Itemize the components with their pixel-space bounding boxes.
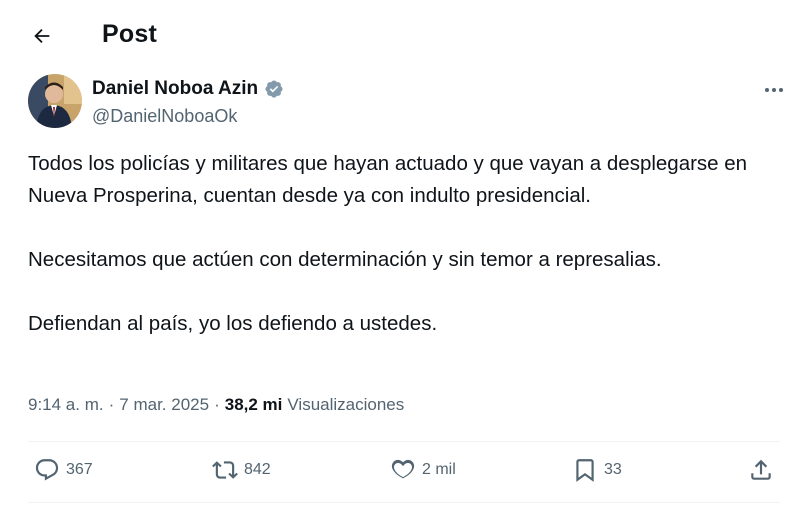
- more-dots-icon: [765, 88, 783, 92]
- post-meta: 9:14 a. m. · 7 mar. 2025 · 38,2 mi Visua…: [28, 395, 404, 415]
- like-count: 2 mil: [422, 461, 456, 478]
- author-name[interactable]: Daniel Noboa Azin: [92, 78, 258, 100]
- verified-badge-icon: [265, 80, 283, 98]
- author-name-row: Daniel Noboa Azin: [92, 78, 284, 100]
- post-time[interactable]: 9:14 a. m.: [28, 395, 104, 415]
- views-label: Visualizaciones: [287, 395, 405, 414]
- top-bar: Post: [0, 0, 800, 70]
- avatar[interactable]: [28, 74, 82, 128]
- divider: [28, 441, 780, 442]
- action-bar: 367 842 2 mil 33: [28, 444, 780, 502]
- reply-count: 367: [66, 461, 93, 478]
- repost-count: 842: [244, 461, 271, 478]
- more-options-button[interactable]: [760, 80, 788, 100]
- like-button[interactable]: 2 mil: [390, 457, 456, 483]
- post-paragraph: Todos los policías y militares que hayan…: [28, 152, 748, 207]
- repost-button[interactable]: 842: [212, 457, 271, 483]
- post-text: Todos los policías y militares que hayan…: [28, 148, 778, 340]
- bookmark-icon: [576, 459, 594, 482]
- post-author: Daniel Noboa Azin @DanielNoboaOk: [28, 74, 788, 130]
- reply-button[interactable]: 367: [34, 457, 93, 483]
- author-handle[interactable]: @DanielNoboaOk: [92, 106, 237, 127]
- share-button[interactable]: [748, 457, 774, 483]
- post-paragraph: Necesitamos que actúen con determinación…: [28, 248, 662, 271]
- arrow-left-icon: [34, 28, 50, 44]
- repost-icon: [212, 461, 238, 479]
- divider: [28, 502, 780, 503]
- post-paragraph: Defiendan al país, yo los defiendo a ust…: [28, 312, 438, 335]
- meta-separator: ·: [108, 395, 115, 414]
- bookmark-count: 33: [604, 461, 622, 478]
- back-button[interactable]: [28, 22, 56, 50]
- reply-icon: [35, 459, 59, 481]
- page-title: Post: [102, 20, 157, 48]
- meta-separator: ·: [214, 395, 220, 414]
- views-count: 38,2 mi: [224, 395, 283, 414]
- bookmark-button[interactable]: 33: [572, 457, 622, 483]
- heart-icon: [391, 459, 415, 479]
- share-icon: [751, 459, 771, 480]
- post-date[interactable]: 7 mar. 2025: [119, 395, 209, 415]
